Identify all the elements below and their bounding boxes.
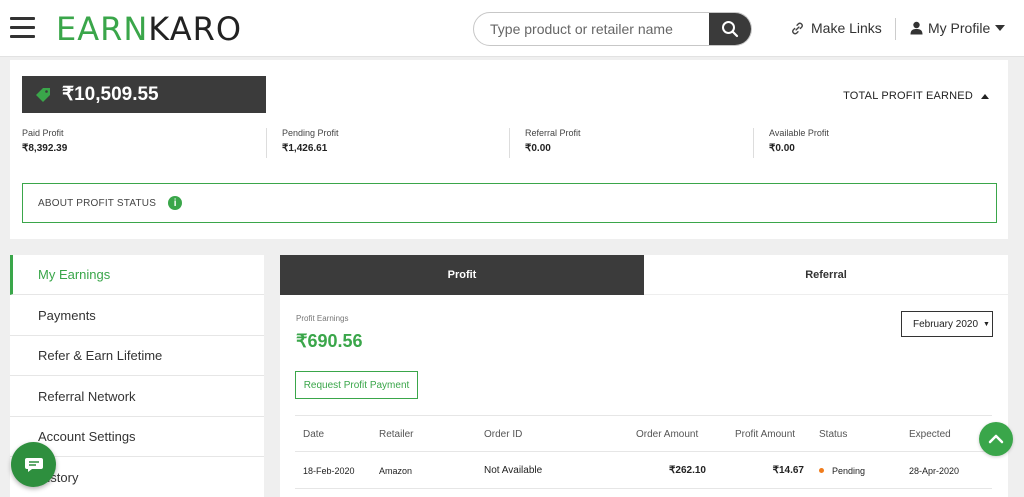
profit-summary-panel: ₹10,509.55 TOTAL PROFIT EARNED Paid Prof… bbox=[10, 60, 1008, 239]
earnkaro-logo[interactable]: EARNKARO bbox=[56, 10, 242, 48]
search-button[interactable] bbox=[709, 13, 751, 45]
cell-order-amount: ₹262.10 bbox=[669, 465, 706, 476]
dropdown-arrow-icon: ▼ bbox=[983, 320, 990, 328]
my-profile-label: My Profile bbox=[928, 20, 991, 36]
earnings-content: Profit Referral Profit Earnings ₹690.56 … bbox=[280, 255, 1008, 497]
cell-expected: 28-Apr-2020 bbox=[909, 465, 960, 476]
total-profit-earned-label: TOTAL PROFIT EARNED bbox=[843, 90, 973, 102]
stat-divider bbox=[753, 128, 754, 158]
top-header: EARNKARO Make Links My Profile bbox=[0, 0, 1024, 57]
total-profit-amount: ₹10,509.55 bbox=[62, 84, 159, 105]
search-bar bbox=[473, 12, 752, 46]
tab-profit[interactable]: Profit bbox=[280, 255, 644, 295]
stat-pending-profit: Pending Profit ₹1,426.61 bbox=[282, 128, 339, 154]
sidebar-item-my-earnings[interactable]: My Earnings bbox=[10, 255, 264, 295]
chat-button[interactable] bbox=[11, 442, 56, 487]
stat-divider bbox=[509, 128, 510, 158]
sidebar-item-referral-network[interactable]: Referral Network bbox=[10, 377, 264, 417]
cell-order-id: Not Available bbox=[484, 465, 543, 476]
month-select[interactable]: February 2020 ▼ bbox=[901, 311, 993, 337]
profit-stats: Paid Profit ₹8,392.39 Pending Profit ₹1,… bbox=[22, 128, 998, 158]
profit-earnings-amount: ₹690.56 bbox=[296, 331, 363, 351]
search-icon bbox=[722, 21, 739, 38]
profit-earnings-label: Profit Earnings bbox=[296, 314, 349, 323]
hamburger-menu-icon[interactable] bbox=[10, 17, 35, 39]
chat-icon bbox=[24, 457, 43, 472]
make-links-button[interactable]: Make Links bbox=[790, 20, 882, 36]
col-header-order-id: Order ID bbox=[484, 429, 523, 440]
make-links-label: Make Links bbox=[811, 20, 882, 36]
col-header-profit-amount: Profit Amount bbox=[735, 429, 796, 440]
scroll-to-top-button[interactable] bbox=[979, 422, 1013, 456]
table-header: Date Retailer Order ID Order Amount Prof… bbox=[295, 415, 992, 452]
pending-status-dot bbox=[819, 468, 824, 473]
stat-paid-profit: Paid Profit ₹8,392.39 bbox=[22, 128, 68, 154]
sidebar-item-refer-earn[interactable]: Refer & Earn Lifetime bbox=[10, 336, 264, 376]
price-tag-icon bbox=[36, 87, 50, 102]
header-divider bbox=[895, 18, 896, 40]
search-input[interactable] bbox=[474, 13, 711, 45]
col-header-date: Date bbox=[303, 429, 325, 440]
stat-divider bbox=[266, 128, 267, 158]
my-profile-menu[interactable]: My Profile bbox=[910, 20, 1006, 36]
about-profit-status[interactable]: ABOUT PROFIT STATUS i bbox=[22, 183, 997, 223]
total-profit-earned-toggle[interactable]: TOTAL PROFIT EARNED bbox=[843, 90, 989, 102]
stat-available-profit: Available Profit ₹0.00 bbox=[769, 128, 829, 154]
col-header-order-amount: Order Amount bbox=[636, 429, 699, 440]
month-select-value: February 2020 bbox=[913, 318, 979, 330]
chevron-up-icon bbox=[988, 434, 1004, 444]
cell-status: Pending bbox=[819, 452, 865, 489]
caret-up-icon bbox=[981, 93, 989, 99]
request-profit-payment-button[interactable]: Request Profit Payment bbox=[295, 371, 418, 399]
total-profit-box: ₹10,509.55 bbox=[22, 76, 266, 113]
col-header-expected: Expected bbox=[909, 429, 951, 440]
cell-retailer: Amazon bbox=[379, 465, 413, 476]
cell-date: 18-Feb-2020 bbox=[303, 465, 355, 476]
col-header-retailer: Retailer bbox=[379, 429, 414, 440]
tab-referral[interactable]: Referral bbox=[644, 255, 1008, 295]
status-text: Pending bbox=[832, 465, 866, 476]
link-icon bbox=[792, 22, 803, 34]
stat-referral-profit: Referral Profit ₹0.00 bbox=[525, 128, 581, 154]
user-icon bbox=[910, 21, 923, 35]
caret-down-icon bbox=[995, 25, 1006, 31]
col-header-status: Status bbox=[819, 429, 848, 440]
table-row: 18-Feb-2020 Amazon Not Available ₹262.10… bbox=[295, 452, 992, 489]
earnings-table: Date Retailer Order ID Order Amount Prof… bbox=[295, 415, 992, 489]
about-profit-status-label: ABOUT PROFIT STATUS bbox=[38, 197, 157, 209]
sidebar-item-payments[interactable]: Payments bbox=[10, 296, 264, 336]
info-icon[interactable]: i bbox=[168, 196, 183, 210]
cell-profit-amount: ₹14.67 bbox=[772, 465, 804, 476]
